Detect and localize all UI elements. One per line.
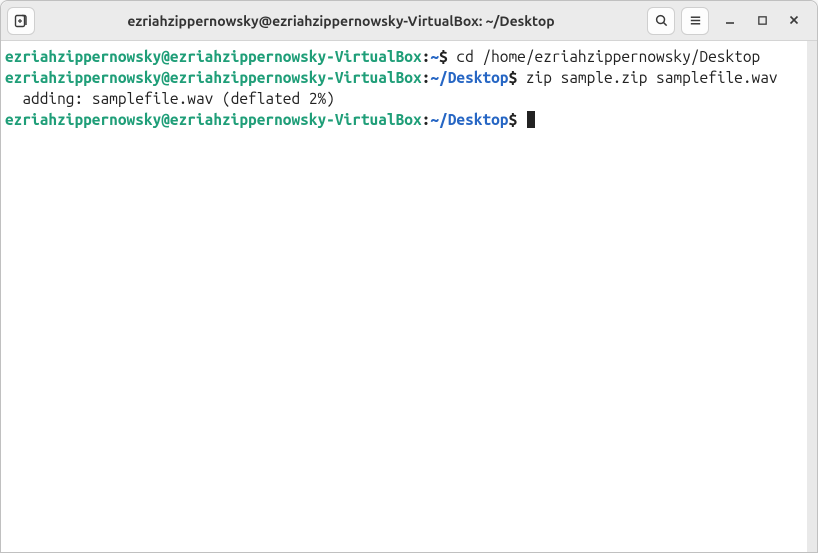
- minimize-icon: [724, 12, 736, 30]
- prompt-dollar: $: [439, 48, 448, 65]
- prompt-path: ~: [430, 48, 439, 65]
- prompt-dollar: $: [508, 111, 517, 128]
- prompt-userhost: ezriahzippernowsky@ezriahzippernowsky-Vi…: [5, 111, 422, 128]
- maximize-icon: [757, 12, 768, 30]
- search-button[interactable]: [647, 7, 675, 35]
- menu-button[interactable]: [681, 7, 709, 35]
- terminal-window: ezriahzippernowsky@ezriahzippernowsky-Vi…: [0, 0, 818, 553]
- close-button[interactable]: [785, 12, 803, 30]
- maximize-button[interactable]: [753, 12, 771, 30]
- prompt-userhost: ezriahzippernowsky@ezriahzippernowsky-Vi…: [5, 69, 422, 86]
- command-text: [517, 111, 526, 128]
- new-tab-button[interactable]: [7, 7, 35, 35]
- terminal-output: adding: samplefile.wav (deflated 2%): [5, 90, 335, 107]
- window-controls: [715, 12, 811, 30]
- titlebar: ezriahzippernowsky@ezriahzippernowsky-Vi…: [1, 1, 817, 41]
- prompt-path-tilde: ~: [430, 69, 439, 86]
- hamburger-icon: [688, 13, 703, 28]
- terminal-line: ezriahzippernowsky@ezriahzippernowsky-Vi…: [5, 48, 760, 65]
- search-icon: [654, 13, 669, 28]
- terminal-viewport[interactable]: ezriahzippernowsky@ezriahzippernowsky-Vi…: [1, 41, 817, 552]
- close-icon: [788, 12, 800, 30]
- command-text: zip sample.zip samplefile.wav: [517, 69, 777, 86]
- terminal-line: ezriahzippernowsky@ezriahzippernowsky-Vi…: [5, 69, 778, 86]
- prompt-userhost: ezriahzippernowsky@ezriahzippernowsky-Vi…: [5, 48, 422, 65]
- minimize-button[interactable]: [721, 12, 739, 30]
- terminal-line: ezriahzippernowsky@ezriahzippernowsky-Vi…: [5, 111, 535, 128]
- prompt-dollar: $: [508, 69, 517, 86]
- prompt-path-tilde: ~: [430, 111, 439, 128]
- prompt-path-desktop: /Desktop: [439, 69, 508, 86]
- prompt-path-desktop: /Desktop: [439, 111, 508, 128]
- command-text: cd /home/ezriahzippernowsky/Desktop: [448, 48, 760, 65]
- cursor: [527, 111, 535, 128]
- window-title: ezriahzippernowsky@ezriahzippernowsky-Vi…: [41, 13, 641, 29]
- new-tab-icon: [13, 13, 29, 29]
